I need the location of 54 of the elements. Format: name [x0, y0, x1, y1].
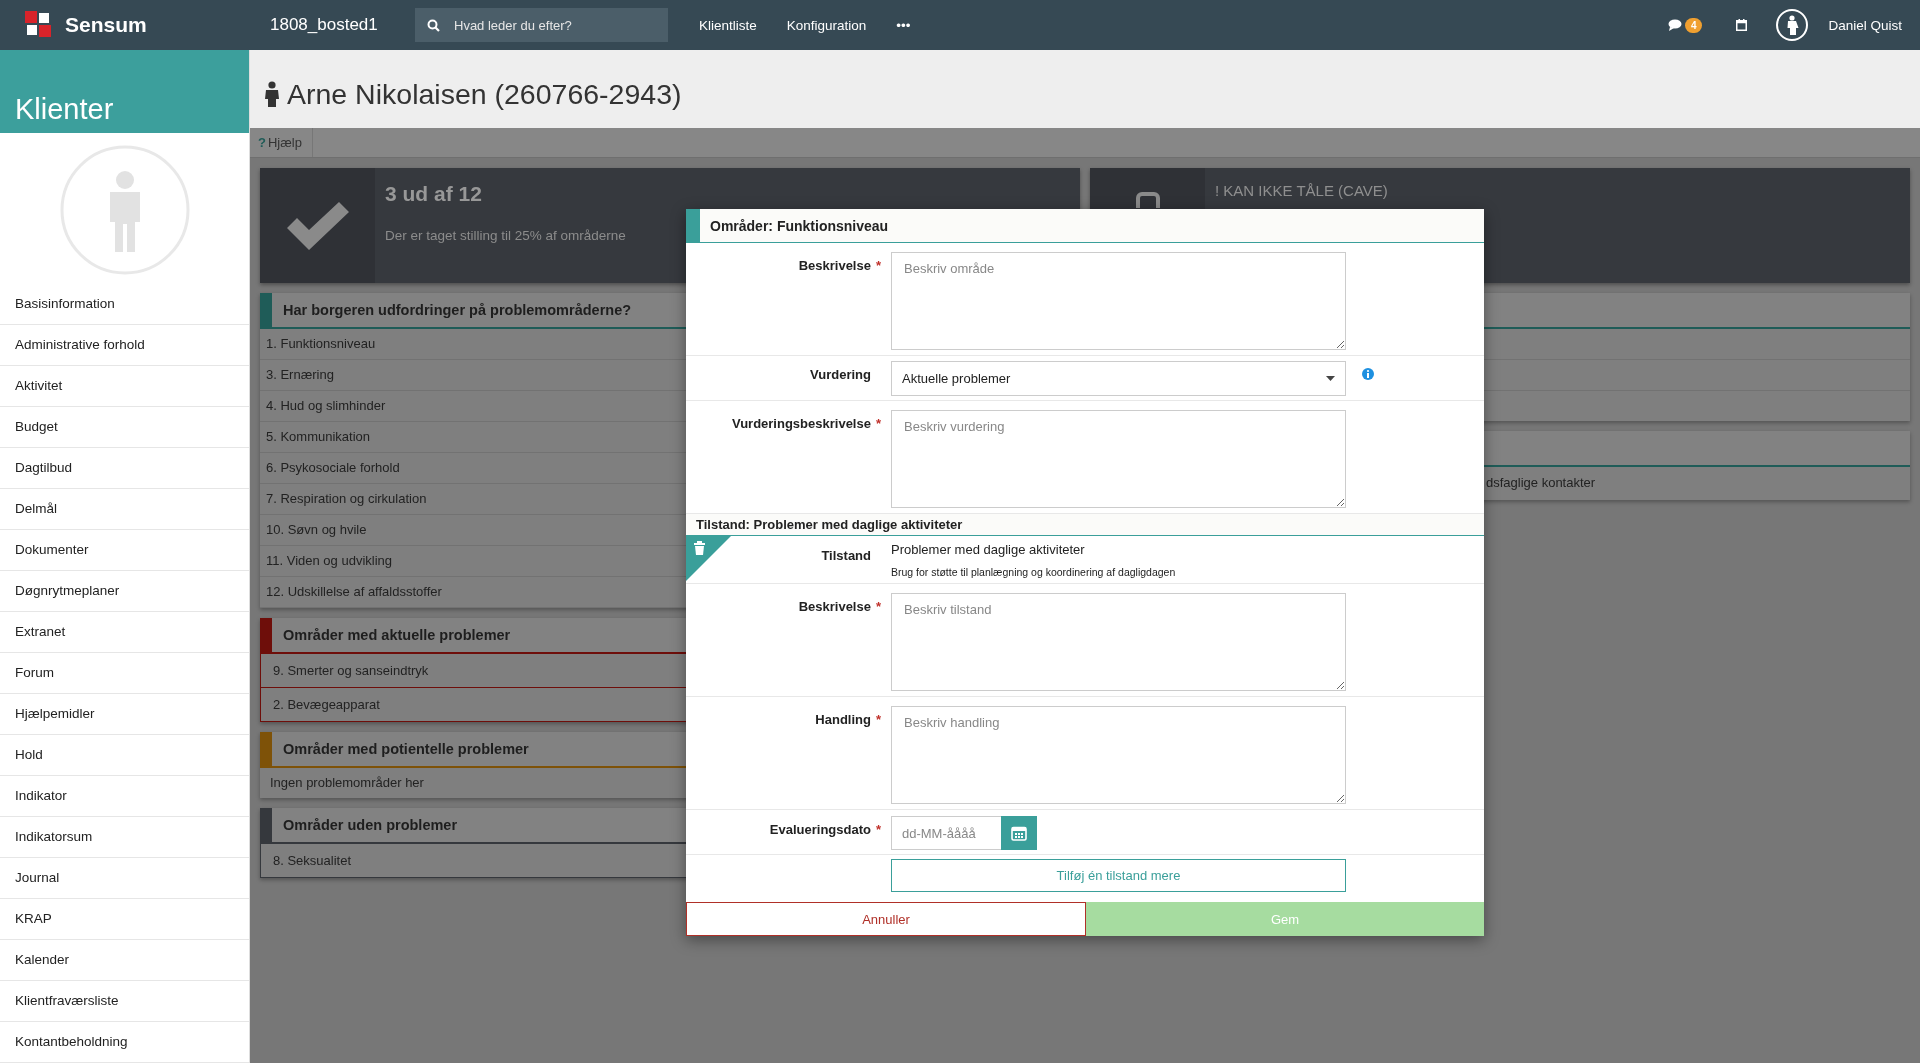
sidebar-item[interactable]: Dokumenter	[0, 530, 249, 571]
nav-link[interactable]: Klientliste	[699, 17, 757, 33]
user-name[interactable]: Daniel Quist	[1828, 17, 1902, 33]
page-title: Arne Nikolaisen (260766-2943)	[287, 77, 682, 111]
sidebar-item[interactable]: Hjælpemidler	[0, 694, 249, 735]
sidebar-item[interactable]: KRAP	[0, 899, 249, 940]
nav-link[interactable]: •••	[896, 17, 911, 33]
sidebar-item[interactable]: Forum	[0, 653, 249, 694]
text-area[interactable]: Beskriv tilstand	[891, 593, 1346, 691]
sidebar-item[interactable]: Budget	[0, 407, 249, 448]
sidebar-item[interactable]: Indikatorsum	[0, 817, 249, 858]
required-mark: *	[875, 822, 881, 837]
sidebar-item[interactable]: Basisinformation	[0, 284, 249, 325]
cancel-button[interactable]: Annuller	[686, 902, 1086, 936]
sidebar-item[interactable]: Administrative forhold	[0, 325, 249, 366]
unit-name[interactable]: 1808_bosted1	[270, 15, 415, 35]
sidebar-item[interactable]: Journal	[0, 858, 249, 899]
field-label: Vurdering	[810, 367, 872, 382]
sidebar-item[interactable]: Dagtilbud	[0, 448, 249, 489]
field-label: Beskrivelse	[798, 258, 871, 273]
sidebar-item[interactable]: Kalender	[0, 940, 249, 981]
modal-title: Områder: Funktionsniveau	[686, 209, 1484, 243]
brand-name: Sensum	[65, 13, 147, 37]
text-area[interactable]: Beskriv område	[891, 252, 1346, 350]
text-area[interactable]: Beskriv handling	[891, 706, 1346, 804]
card-title: Områder med potientelle problemer	[282, 740, 529, 759]
sidebar-item[interactable]: Døgnrytmeplaner	[0, 571, 249, 612]
text-area[interactable]: Beskriv vurdering	[891, 410, 1346, 508]
allergy-title: ! KAN IKKE TÅLE (CAVE)	[1215, 182, 1388, 199]
contact-row[interactable]: dsfaglige kontakter	[1486, 475, 1596, 490]
rating-dropdown[interactable]: Aktuelle problemer	[891, 361, 1346, 396]
notification-badge: 4	[1684, 17, 1703, 33]
card-title: Har borgeren udfordringer på problemområderne?	[282, 301, 632, 320]
field-label: Evalueringsdato	[769, 822, 871, 837]
field-label: Tilstand	[821, 548, 872, 563]
sidebar-item[interactable]: Delmål	[0, 489, 249, 530]
required-mark: *	[875, 258, 881, 273]
empty-note: Ingen problemområder her	[269, 774, 425, 792]
sidebar-item[interactable]: Kontantbeholdning	[0, 1022, 249, 1063]
sidebar-item[interactable]: Aktivitet	[0, 366, 249, 407]
search-field[interactable]: Hvad leder du efter?	[415, 8, 668, 42]
summary-text: Der er taget stilling til 25% af områderne	[385, 228, 626, 243]
help-button[interactable]: ?Hjælp	[250, 128, 313, 157]
summary-count: 3 ud af 12	[385, 182, 483, 206]
date-field[interactable]: dd-MM-åååå	[891, 816, 1001, 850]
sidebar-item[interactable]: Extranet	[0, 612, 249, 653]
sidebar-title: Klienter	[0, 50, 249, 133]
sidebar-item[interactable]: Indikator	[0, 776, 249, 817]
card-title: Områder med aktuelle problemer	[282, 626, 511, 645]
nav-link[interactable]: Konfiguration	[786, 17, 867, 33]
sidebar-item[interactable]: Hold	[0, 735, 249, 776]
sidebar-item[interactable]: Klientfraværsliste	[0, 981, 249, 1022]
section-title: Tilstand: Problemer med daglige aktiviteter	[686, 514, 1484, 536]
card-title: Områder uden problemer	[282, 816, 458, 835]
